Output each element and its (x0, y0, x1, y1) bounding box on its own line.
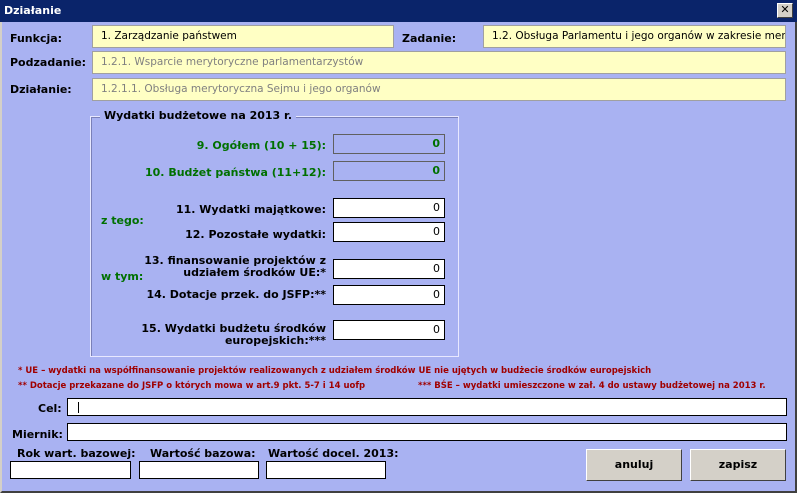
row-12-input[interactable]: 0 (333, 222, 445, 242)
row-14-input[interactable]: 0 (333, 285, 445, 305)
podzadanie-field: 1.2.1. Wsparcie merytoryczne parlamentar… (92, 51, 786, 74)
podzadanie-label: Podzadanie: (10, 56, 87, 69)
row-11-input[interactable]: 0 (333, 198, 445, 218)
wartosc-label: Wartość bazowa: (150, 447, 256, 460)
row-13-label-2: udziałem środków UE:* (183, 266, 326, 279)
cel-input[interactable] (67, 398, 787, 416)
row-15-label-2: europejskich:*** (224, 334, 326, 347)
close-icon[interactable]: ✕ (777, 3, 793, 18)
row-9-value: 0 (333, 134, 445, 154)
row-15-input[interactable]: 0 (333, 320, 445, 340)
docel-input[interactable] (266, 461, 386, 479)
zadanie-label: Zadanie: (402, 32, 457, 45)
cel-label: Cel: (38, 402, 62, 415)
wartosc-input[interactable] (139, 461, 259, 479)
note-ue: * UE – wydatki na współfinansowanie proj… (18, 366, 652, 376)
note-jsfp: ** Dotacje przekazane do JSFP o których … (18, 381, 366, 391)
row-11-label: 11. Wydatki majątkowe: (175, 203, 326, 216)
dzialanie-label: Działanie: (10, 83, 72, 96)
dzialanie-field: 1.2.1.1. Obsługa merytoryczna Sejmu i je… (92, 78, 786, 101)
budget-groupbox-title: Wydatki budżetowe na 2013 r. (100, 109, 297, 122)
docel-label: Wartość docel. 2013: (268, 447, 399, 460)
funkcja-label: Funkcja: (10, 32, 63, 45)
rok-label: Rok wart. bazowej: (17, 447, 136, 460)
note-bse: *** BŚE – wydatki umieszczone w zał. 4 d… (418, 381, 766, 391)
save-button[interactable]: zapisz (690, 449, 786, 481)
row-9-label: 9. Ogółem (10 + 15): (196, 139, 326, 152)
row-12-label: 12. Pozostałe wydatki: (185, 228, 326, 241)
zadanie-field: 1.2. Obsługa Parlamentu i jego organów w… (483, 25, 786, 48)
row-14-label: 14. Dotacje przek. do JSFP:** (146, 288, 326, 301)
row-10-value: 0 (333, 161, 445, 181)
text-caret (78, 402, 79, 413)
funkcja-field: 1. Zarządzanie państwem (92, 25, 394, 48)
miernik-label: Miernik: (12, 428, 63, 441)
window-title: Działanie (4, 4, 62, 17)
row-13-input[interactable]: 0 (333, 259, 445, 279)
window-title-bar: Działanie ✕ (0, 0, 797, 22)
cancel-button[interactable]: anuluj (586, 449, 682, 481)
rok-input[interactable] (10, 461, 131, 479)
row-10-label: 10. Budżet państwa (11+12): (145, 166, 326, 179)
miernik-input[interactable] (67, 423, 787, 441)
